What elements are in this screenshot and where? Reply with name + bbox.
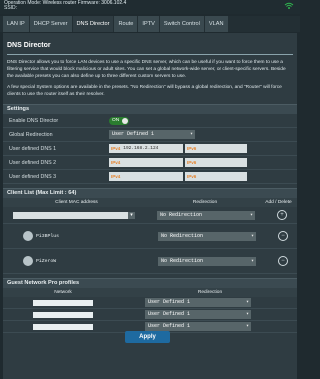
tab-dns-director[interactable]: DNS Director xyxy=(72,16,114,32)
chevron-down-icon: ▾ xyxy=(250,232,254,239)
dns3-ipv6-input[interactable]: IPv6 xyxy=(185,172,247,181)
client-redirection-value: No Redirection xyxy=(161,232,204,239)
ipv6-tag: IPv6 xyxy=(187,146,197,151)
guest-redirection-select[interactable]: User Defined 1 ▾ xyxy=(145,298,251,307)
chevron-down-icon: ▾ xyxy=(245,299,249,305)
tab-bar: LAN IP DHCP Server DNS Director Route IP… xyxy=(0,16,300,32)
table-row: Pi3BPlus No Redirection ▾ − xyxy=(3,224,297,249)
client-redirection-value: No Redirection xyxy=(161,257,204,264)
page-title: DNS Director xyxy=(7,42,51,49)
chevron-down-icon: ▾ xyxy=(250,257,254,264)
chevron-down-icon: ▾ xyxy=(245,311,249,317)
network-name xyxy=(33,299,93,306)
enable-row: Enable DNS Director ON xyxy=(3,114,297,128)
device-icon xyxy=(23,256,33,266)
dns1-row: User defined DNS 1 IPv4 192.168.2.124 IP… xyxy=(3,142,297,156)
network-name xyxy=(33,323,93,330)
dns2-row: User defined DNS 2 IPv4 IPv6 xyxy=(3,156,297,170)
global-redirection-label: Global Redirection xyxy=(9,131,53,138)
ipv6-tag: IPv6 xyxy=(187,160,197,165)
chevron-down-icon: ▾ xyxy=(245,323,249,329)
new-client-redirection-select[interactable]: No Redirection ▾ xyxy=(157,210,255,220)
guest-redirection-value: User Defined 1 xyxy=(148,323,191,329)
new-client-redirection-value: No Redirection xyxy=(160,211,203,218)
col-guest-redirection: Redirection xyxy=(197,290,223,295)
client-device: PiZeroW xyxy=(23,256,152,266)
network-name xyxy=(33,311,93,318)
dns2-ipv6-input[interactable]: IPv6 xyxy=(185,158,247,167)
guest-network-columns: Network Redirection xyxy=(3,288,297,297)
guest-redirection-value: User Defined 1 xyxy=(148,311,191,317)
guest-redirection-select[interactable]: User Defined 1 ▾ xyxy=(145,310,251,319)
client-redirection-select[interactable]: No Redirection ▾ xyxy=(158,256,256,266)
firmware-label: Firmware: xyxy=(77,0,100,6)
apply-button[interactable]: Apply xyxy=(125,331,170,343)
client-list-columns: Client MAC address Redirection Add / Del… xyxy=(3,198,297,207)
col-redirection: Redirection xyxy=(192,200,218,205)
guest-network-header: Guest Network Pro profiles xyxy=(3,278,297,288)
global-redirection-value: User Defined 1 xyxy=(112,131,155,137)
client-list-header: Client List (Max Limit : 64) xyxy=(3,188,297,198)
status-bar: Operation Mode: Wireless router Firmware… xyxy=(0,0,300,14)
dns2-label: User defined DNS 2 xyxy=(9,159,57,166)
tab-vlan[interactable]: VLAN xyxy=(204,16,228,32)
new-client-row: ▾ No Redirection ▾ + xyxy=(3,207,297,224)
ssid-label: SSID: xyxy=(4,5,18,11)
col-mac: Client MAC address xyxy=(55,200,98,205)
dns1-ipv6-input[interactable]: IPv6 xyxy=(185,144,247,153)
guest-redirection-select[interactable]: User Defined 1 ▾ xyxy=(145,322,251,331)
enable-label: Enable DNS Director xyxy=(9,117,59,124)
dns1-label: User defined DNS 1 xyxy=(9,145,57,152)
table-row: User Defined 1 ▾ xyxy=(3,297,297,309)
dns2-ipv4-input[interactable]: IPv4 xyxy=(109,158,183,167)
global-redirection-row: Global Redirection User Defined 1 ▾ xyxy=(3,128,297,142)
settings-header: Settings xyxy=(3,104,297,114)
delete-icon[interactable]: − xyxy=(278,256,288,266)
client-redirection-select[interactable]: No Redirection ▾ xyxy=(158,231,256,241)
client-name: PiZeroW xyxy=(36,258,57,264)
chevron-down-icon: ▾ xyxy=(189,131,193,137)
firmware-value[interactable]: 3006.102.4 xyxy=(101,0,126,6)
ipv4-tag: IPv4 xyxy=(111,146,121,151)
main-panel: DNS Director DNS Director allows you to … xyxy=(3,33,297,379)
ipv4-tag: IPv4 xyxy=(111,160,121,165)
tab-switch-control[interactable]: Switch Control xyxy=(159,16,204,32)
chevron-down-icon[interactable]: ▾ xyxy=(128,211,135,219)
mac-address-input[interactable] xyxy=(13,211,128,219)
table-row: User Defined 1 ▾ xyxy=(3,309,297,321)
table-row: PiZeroW No Redirection ▾ − xyxy=(3,249,297,274)
col-add-delete: Add / Delete xyxy=(265,200,292,205)
ipv4-tag: IPv4 xyxy=(111,174,121,179)
toggle-knob xyxy=(122,117,128,124)
ssid-line: SSID: xyxy=(4,6,296,11)
tab-route[interactable]: Route xyxy=(114,16,138,32)
global-redirection-select[interactable]: User Defined 1 ▾ xyxy=(109,130,195,139)
col-network: Network xyxy=(54,290,72,295)
title-divider xyxy=(7,54,293,55)
operation-mode-value[interactable]: Wireless router xyxy=(43,0,77,6)
client-name: Pi3BPlus xyxy=(36,233,60,239)
tab-iptv[interactable]: IPTV xyxy=(138,16,159,32)
delete-icon[interactable]: − xyxy=(278,231,288,241)
dns3-ipv4-input[interactable]: IPv4 xyxy=(109,172,183,181)
client-device: Pi3BPlus xyxy=(23,231,152,241)
page-description: DNS Director allows you to force LAN dev… xyxy=(7,60,286,79)
add-icon[interactable]: + xyxy=(277,210,287,220)
dns1-ipv4-value: 192.168.2.124 xyxy=(123,146,159,151)
tab-lan-ip[interactable]: LAN IP xyxy=(3,16,29,32)
wifi-icon[interactable] xyxy=(284,2,294,10)
device-icon xyxy=(23,231,33,241)
dns1-ipv4-input[interactable]: IPv4 192.168.2.124 xyxy=(109,144,183,153)
chevron-down-icon: ▾ xyxy=(249,211,253,218)
enable-toggle[interactable]: ON xyxy=(109,116,129,125)
page-description-presets: A few special System options are availab… xyxy=(7,85,282,97)
tab-dhcp-server[interactable]: DHCP Server xyxy=(29,16,72,32)
dns3-row: User defined DNS 3 IPv4 IPv6 xyxy=(3,170,297,184)
guest-redirection-value: User Defined 1 xyxy=(148,299,191,305)
toggle-state: ON xyxy=(112,117,120,123)
ipv6-tag: IPv6 xyxy=(187,174,197,179)
dns3-label: User defined DNS 3 xyxy=(9,173,57,180)
